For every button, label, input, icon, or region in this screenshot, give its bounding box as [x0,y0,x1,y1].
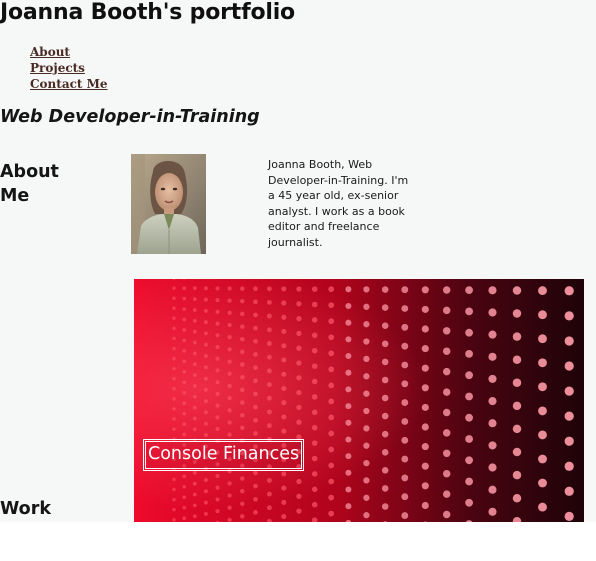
project-title[interactable]: Console Finances [142,439,305,471]
about-text: Joanna Booth, Web Developer-in-Training.… [268,158,409,249]
profile-photo [131,154,206,254]
nav-link-contact[interactable]: Contact Me [30,77,108,91]
nav-link-about[interactable]: About [30,45,70,59]
nav-item-projects: Projects [30,59,108,75]
site-title: Joanna Booth's portfolio [0,0,295,25]
about-heading: About Me [0,162,59,206]
profile-photo-illustration [131,154,206,254]
main-nav: About Projects Contact Me [30,43,108,91]
work-heading: Work [0,499,51,519]
project-card-console-finances[interactable]: Console Finances [134,279,584,522]
nav-item-contact: Contact Me [30,75,108,91]
nav-item-about: About [30,43,108,59]
portfolio-page: Joanna Booth's portfolio About Projects … [0,0,596,522]
nav-link-projects[interactable]: Projects [30,61,85,75]
led-wall-image [134,279,584,522]
hero-tagline: Web Developer-in-Training [0,107,260,127]
